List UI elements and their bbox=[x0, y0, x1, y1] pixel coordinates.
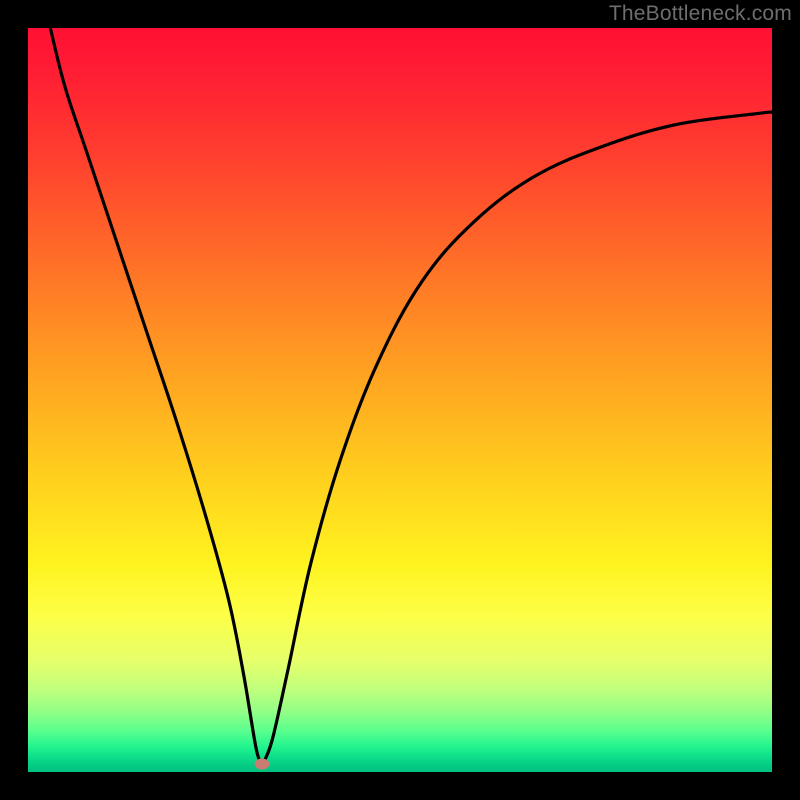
bottleneck-curve bbox=[28, 28, 772, 772]
watermark-text: TheBottleneck.com bbox=[609, 2, 792, 26]
optimal-point-marker bbox=[255, 758, 270, 769]
plot-area bbox=[28, 28, 772, 772]
chart-frame: TheBottleneck.com bbox=[0, 0, 800, 800]
